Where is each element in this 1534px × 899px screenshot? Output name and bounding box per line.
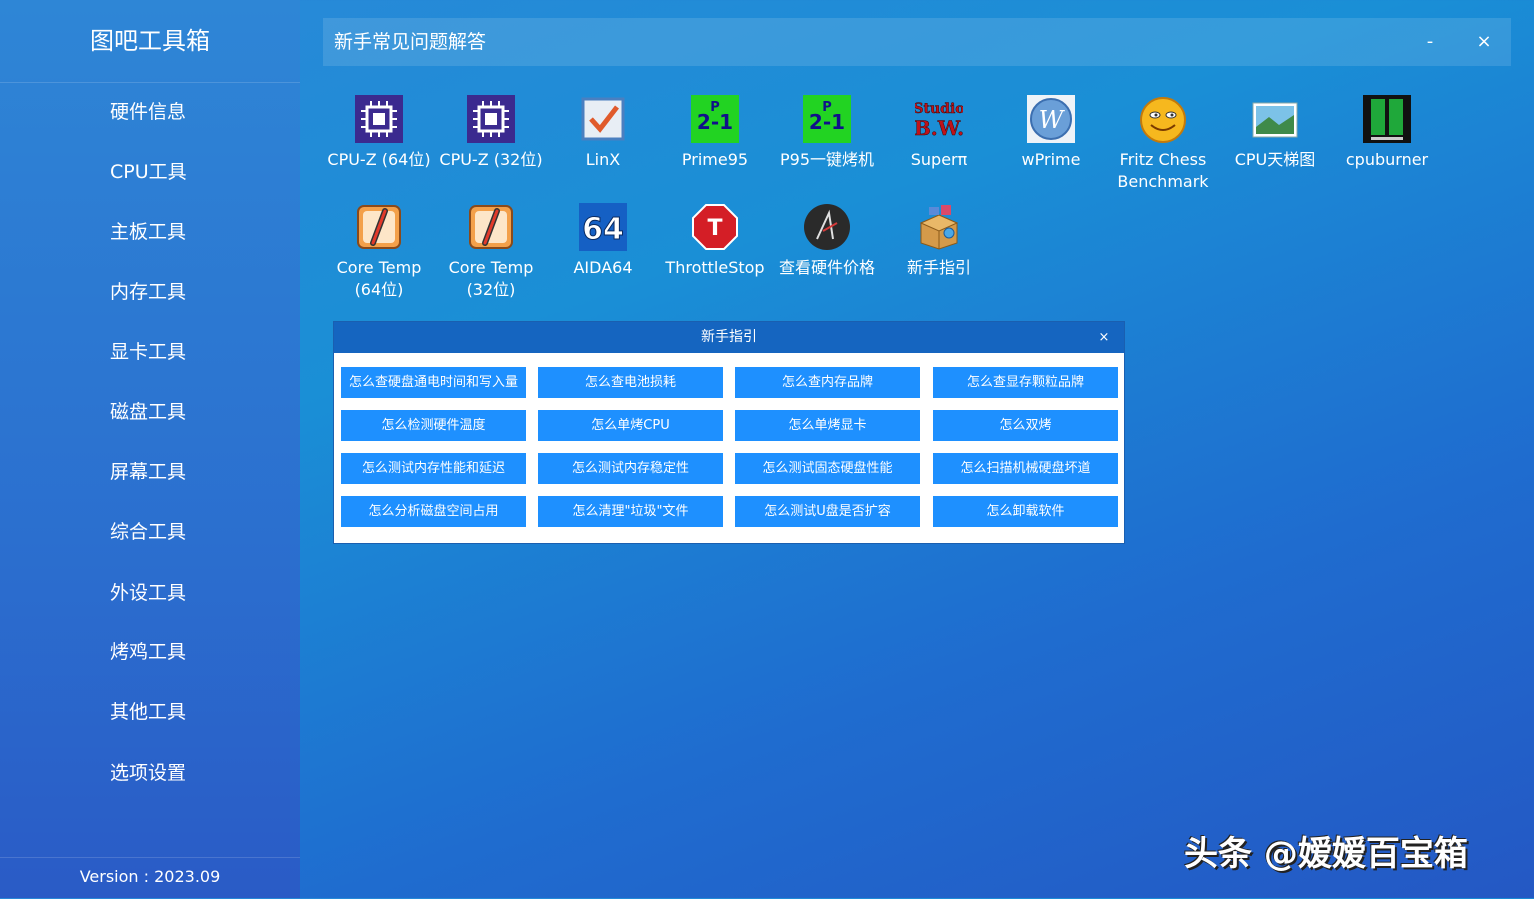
superpi-icon: Studio B.W. (913, 95, 965, 143)
tool-beginner-guide[interactable]: 新手指引 (885, 203, 993, 279)
tool-throttlestop[interactable]: T ThrottleStop (661, 203, 769, 279)
tool-label: ThrottleStop (665, 258, 765, 277)
thermometer-icon (355, 203, 403, 251)
aida64-icon: 64 (579, 203, 627, 251)
tool-wprime[interactable]: W wPrime (997, 95, 1105, 171)
cpu-z-icon (355, 95, 403, 143)
tool-cpuburner[interactable]: cpuburner (1333, 95, 1441, 171)
sidebar-item-other-tools[interactable]: 其他工具 (110, 697, 186, 727)
tool-label: 查看硬件价格 (778, 258, 875, 277)
tool-prime95[interactable]: 2-1 P Prime95 (661, 95, 769, 171)
cpuburner-icon (1363, 95, 1411, 143)
guide-button-usb-capacity[interactable]: 怎么测试U盘是否扩容 (735, 496, 920, 527)
version-label: Version : 2023.09 (0, 857, 300, 899)
tool-label: CPU-Z (64位) (327, 150, 431, 169)
sidebar-item-disk-tools[interactable]: 磁盘工具 (110, 397, 186, 427)
linx-icon (579, 95, 627, 143)
tool-label: Superπ (910, 150, 968, 169)
tool-label: CPU-Z (32位) (439, 150, 543, 169)
minimize-button[interactable]: - (1415, 18, 1445, 66)
guide-button-hardware-temperature[interactable]: 怎么检测硬件温度 (341, 410, 526, 441)
sidebar-item-cpu-tools[interactable]: CPU工具 (110, 157, 187, 187)
header-bar: 新手常见问题解答 - × (323, 18, 1511, 66)
sidebar-item-settings[interactable]: 选项设置 (110, 758, 186, 788)
guide-button-disk-space[interactable]: 怎么分析磁盘空间占用 (341, 496, 526, 527)
tool-cpuz-32[interactable]: CPU-Z (32位) (437, 95, 545, 171)
tool-cpuz-64[interactable]: CPU-Z (64位) (325, 95, 433, 171)
stop-sign-icon: T (691, 203, 739, 251)
dialog-title-bar: 新手指引 × (334, 322, 1124, 353)
svg-text:W: W (1039, 106, 1066, 134)
tool-label: cpuburner (1345, 150, 1429, 169)
svg-text:B.W.: B.W. (915, 116, 963, 140)
tool-label: wPrime (1021, 150, 1081, 169)
page-title: 新手常见问题解答 (334, 31, 487, 53)
guide-button-memory-latency[interactable]: 怎么测试内存性能和延迟 (341, 453, 526, 484)
tool-label: AIDA64 (573, 258, 633, 277)
package-icon (915, 203, 963, 251)
dialog-close-button[interactable]: × (1094, 322, 1114, 353)
tool-label: LinX (585, 150, 621, 169)
tool-p95-one-click[interactable]: 2-1 P P95一键烤机 (773, 95, 881, 171)
sidebar: 图吧工具箱 硬件信息 CPU工具 主板工具 内存工具 显卡工具 磁盘工具 屏幕工… (0, 0, 300, 898)
beginner-guide-dialog: 新手指引 × 怎么查硬盘通电时间和写入量 怎么查电池损耗 怎么查内存品牌 怎么查… (333, 321, 1125, 544)
guide-button-cpu-stress[interactable]: 怎么单烤CPU (538, 410, 723, 441)
svg-text:Studio: Studio (915, 101, 963, 117)
guide-button-vram-brand[interactable]: 怎么查显存颗粒品牌 (933, 367, 1118, 398)
svg-text:T: T (707, 216, 722, 241)
sidebar-item-screen-tools[interactable]: 屏幕工具 (110, 457, 186, 487)
tool-coretemp-32[interactable]: Core Temp (32位) (437, 203, 545, 301)
guide-button-disk-power-on-time[interactable]: 怎么查硬盘通电时间和写入量 (341, 367, 526, 398)
guide-button-battery-wear[interactable]: 怎么查电池损耗 (538, 367, 723, 398)
fritz-chess-icon (1139, 95, 1187, 143)
tool-cpu-ladder[interactable]: CPU天梯图 (1221, 95, 1329, 171)
app-title: 图吧工具箱 (0, 0, 300, 83)
close-button[interactable]: × (1469, 18, 1499, 66)
guide-button-gpu-stress[interactable]: 怎么单烤显卡 (735, 410, 920, 441)
tool-aida64[interactable]: 64 AIDA64 (549, 203, 657, 279)
tool-coretemp-64[interactable]: Core Temp (64位) (325, 203, 433, 301)
tool-label: CPU天梯图 (1234, 150, 1316, 169)
tool-label: Fritz Chess Benchmark (1117, 150, 1209, 191)
sidebar-item-gpu-tools[interactable]: 显卡工具 (110, 337, 186, 367)
sidebar-item-hardware-info[interactable]: 硬件信息 (110, 97, 186, 127)
guide-button-hdd-bad-sectors[interactable]: 怎么扫描机械硬盘坏道 (933, 453, 1118, 484)
sidebar-item-stress-tools[interactable]: 烤鸡工具 (110, 637, 186, 667)
watermark: 头条 @嫒嫒百宝箱 (1184, 834, 1468, 874)
guide-button-uninstall[interactable]: 怎么卸载软件 (933, 496, 1118, 527)
tool-linx[interactable]: LinX (549, 95, 657, 171)
dialog-title: 新手指引 (701, 329, 757, 345)
thermometer-icon (467, 203, 515, 251)
tool-label: 新手指引 (906, 258, 971, 277)
tool-fritz-chess[interactable]: Fritz Chess Benchmark (1109, 95, 1217, 193)
cpu-z-icon (467, 95, 515, 143)
tool-label: Core Temp (64位) (336, 258, 422, 299)
svg-text:P: P (710, 100, 720, 115)
sidebar-item-memory-tools[interactable]: 内存工具 (110, 277, 186, 307)
guide-button-memory-stability[interactable]: 怎么测试内存稳定性 (538, 453, 723, 484)
prime95-icon: 2-1 P (691, 95, 739, 143)
sidebar-item-peripheral-tools[interactable]: 外设工具 (110, 578, 186, 608)
price-icon (803, 203, 851, 251)
guide-button-clean-junk[interactable]: 怎么清理"垃圾"文件 (538, 496, 723, 527)
tool-label: P95一键烤机 (779, 150, 874, 169)
image-icon (1251, 95, 1299, 143)
sidebar-item-general-tools[interactable]: 综合工具 (110, 517, 186, 547)
tool-superpi[interactable]: Studio B.W. Superπ (885, 95, 993, 171)
guide-button-dual-stress[interactable]: 怎么双烤 (933, 410, 1118, 441)
wprime-icon: W (1027, 95, 1075, 143)
tool-hardware-price[interactable]: 查看硬件价格 (773, 203, 881, 279)
sidebar-item-motherboard-tools[interactable]: 主板工具 (110, 217, 186, 247)
prime95-icon: 2-1 P (803, 95, 851, 143)
tool-label: Core Temp (32位) (448, 258, 534, 299)
guide-button-memory-brand[interactable]: 怎么查内存品牌 (735, 367, 920, 398)
svg-text:P: P (822, 100, 832, 115)
tool-label: Prime95 (681, 150, 749, 169)
svg-text:64: 64 (582, 212, 624, 247)
guide-button-ssd-performance[interactable]: 怎么测试固态硬盘性能 (735, 453, 920, 484)
